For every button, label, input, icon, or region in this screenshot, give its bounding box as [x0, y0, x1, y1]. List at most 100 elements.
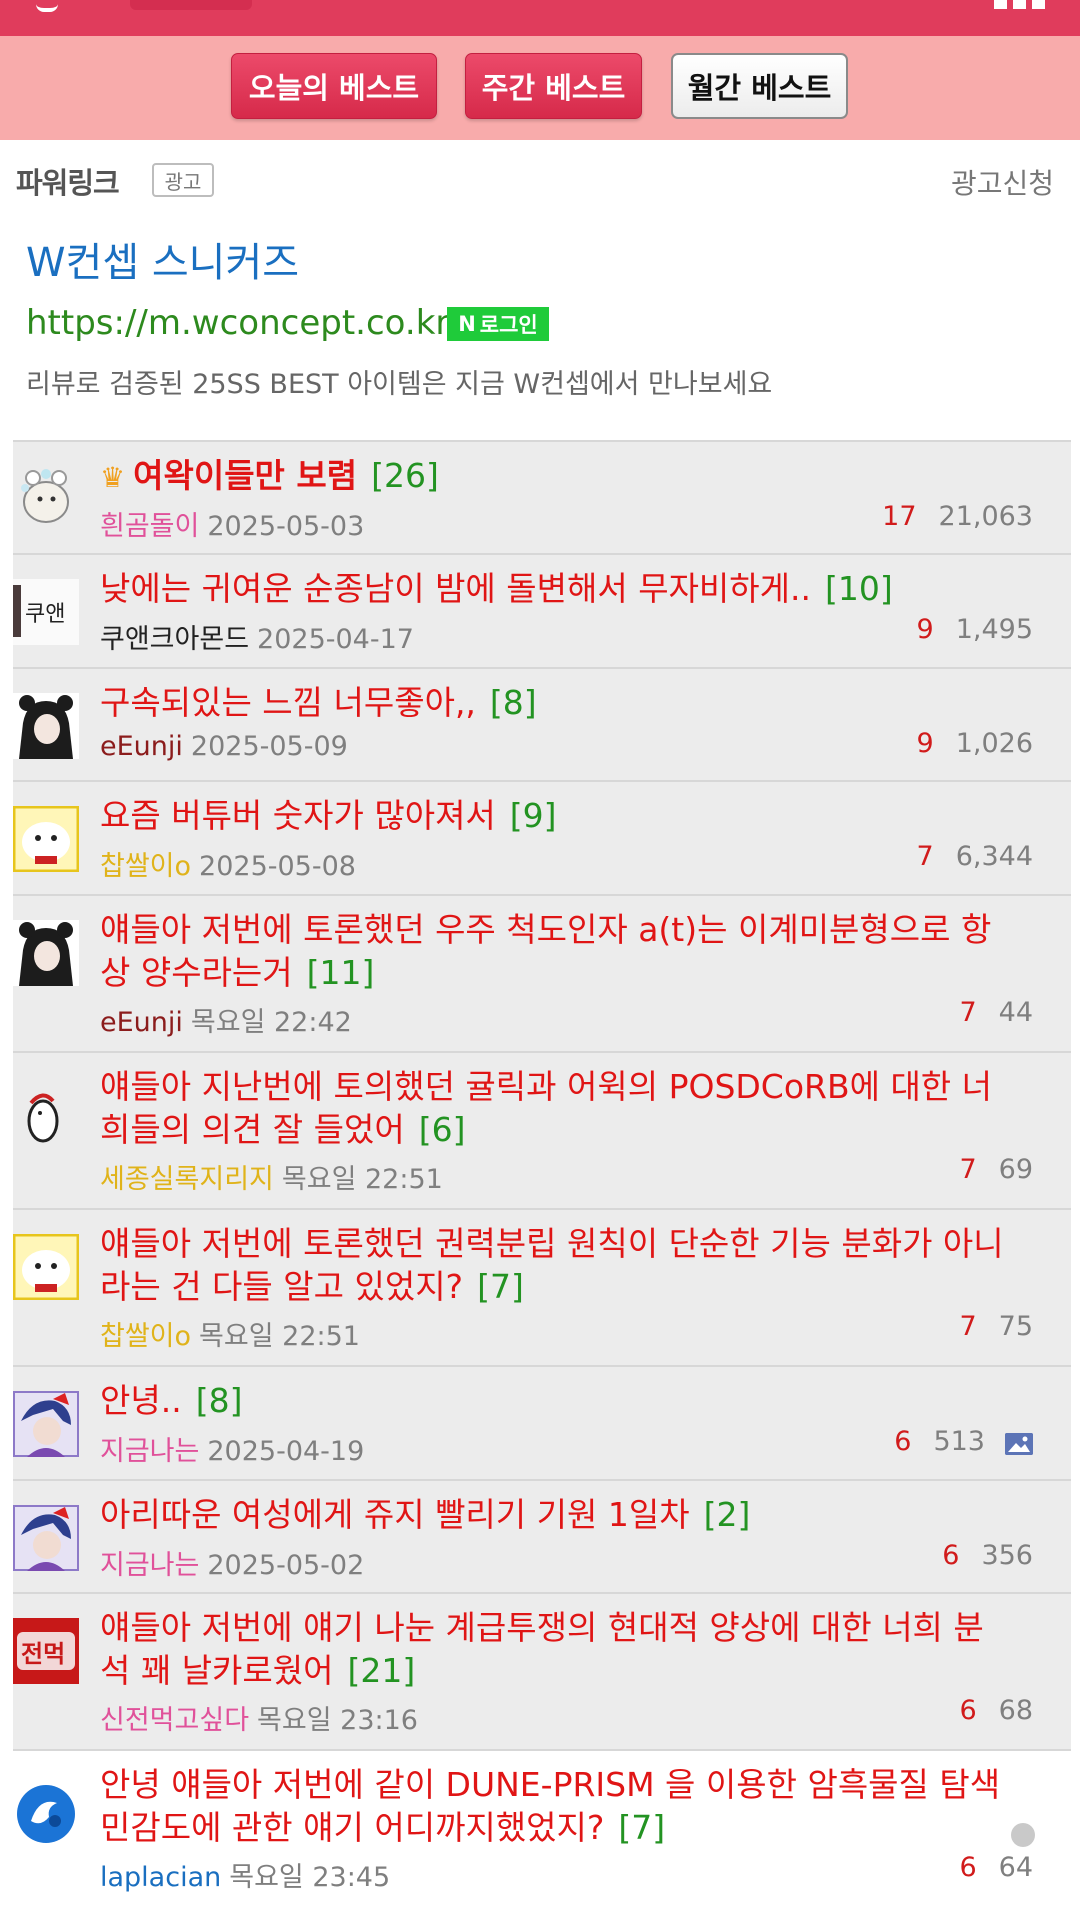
post-list: ♛ 여왁이들만 보렴 [26] 흰곰돌이 2025-05-03 17 21,063 쿠앤…	[12, 440, 1071, 1905]
post-title[interactable]: 얘들아 저번에 토론했던 우주 척도인자 a(t)는 이계미분형으로 항상 양수…	[100, 908, 1011, 994]
view-count: 68	[998, 1695, 1033, 1726]
avatar: 전먹	[13, 1618, 79, 1684]
top-active-tab[interactable]	[130, 0, 252, 10]
svg-text:쿠앤: 쿠앤	[25, 602, 65, 627]
list-item[interactable]: 얘들아 저번에 토론했던 권력분립 원칙이 단순한 기능 분화가 아니라는 건 …	[12, 1208, 1071, 1365]
list-item[interactable]: 전먹 얘들아 저번에 얘기 나눈 계급투쟁의 현대적 양상에 대한 너희 분석 …	[13, 1592, 1071, 1749]
post-title[interactable]: 안녕.. [8]	[100, 1379, 1011, 1422]
author-name[interactable]: 찹쌀이o	[100, 1321, 191, 1352]
view-count: 1,026	[955, 728, 1033, 759]
list-item[interactable]: ♛ 여왁이들만 보렴 [26] 흰곰돌이 2025-05-03 17 21,063	[13, 440, 1071, 553]
list-item[interactable]: 아리따운 여성에게 쥬지 빨리기 기원 1일차 [2] 지금나는 2025-05-0…	[13, 1479, 1071, 1592]
comment-count[interactable]: [9]	[510, 796, 557, 835]
comment-count[interactable]: [7]	[618, 1808, 665, 1847]
author-name[interactable]: 신전먹고싶다	[100, 1705, 249, 1736]
author-name[interactable]: laplacian	[100, 1862, 221, 1893]
post-title[interactable]: 낮에는 귀여운 순종남이 밤에 돌변해서 무자비하게.. [10]	[100, 567, 1011, 610]
list-item[interactable]: 요즘 버튜버 숫자가 많아져서 [9] 찹쌀이o 2025-05-08 7 6,344	[12, 780, 1071, 894]
view-count: 64	[998, 1852, 1033, 1883]
menu-grid-icon[interactable]	[994, 0, 1046, 10]
vote-count: 9	[916, 614, 934, 645]
comment-count[interactable]: [8]	[196, 1381, 243, 1420]
tab-today-best[interactable]: 오늘의 베스트	[231, 53, 437, 119]
view-count: 356	[981, 1540, 1033, 1571]
author-name[interactable]: 찹쌀이o	[100, 851, 191, 882]
author-name[interactable]: eEunji	[100, 731, 183, 762]
vote-count: 7	[959, 1154, 977, 1185]
view-count: 21,063	[938, 501, 1033, 532]
vote-count: 7	[959, 1311, 977, 1342]
post-date: 목요일 23:45	[229, 1862, 391, 1893]
list-item[interactable]: 얘들아 저번에 토론했던 우주 척도인자 a(t)는 이계미분형으로 항상 양수…	[13, 894, 1071, 1051]
powerlink-label: 파워링크	[16, 166, 120, 200]
list-item[interactable]: 안녕 얘들아 저번에 같이 DUNE-PRISM 을 이용한 암흑물질 탐색 민…	[13, 1749, 1071, 1905]
ad-title-link[interactable]: W컨셉 스니커즈	[26, 230, 299, 288]
view-count: 69	[998, 1154, 1033, 1185]
avatar	[13, 1391, 79, 1457]
comment-count[interactable]: [10]	[825, 569, 893, 608]
comment-count[interactable]: [7]	[477, 1267, 524, 1306]
view-count: 44	[998, 997, 1033, 1028]
avatar	[13, 462, 79, 528]
crown-icon: ♛	[100, 461, 126, 494]
post-title[interactable]: 요즘 버튜버 숫자가 많아져서 [9]	[100, 794, 1011, 837]
post-meta: eEunji 목요일 22:42	[100, 1000, 352, 1039]
login-badge-label: 로그인	[479, 313, 538, 337]
tab-monthly-best[interactable]: 월간 베스트	[671, 53, 848, 119]
tab-weekly-best[interactable]: 주간 베스트	[465, 53, 642, 119]
avatar	[13, 693, 79, 759]
list-item[interactable]: 안녕.. [8] 지금나는 2025-04-19 6 513	[13, 1365, 1071, 1479]
post-date: 2025-05-02	[207, 1550, 365, 1581]
ad-badge: 광고	[152, 163, 214, 197]
post-title[interactable]: 안녕 얘들아 저번에 같이 DUNE-PRISM 을 이용한 암흑물질 탐색 민…	[100, 1763, 1011, 1849]
author-name[interactable]: 지금나는	[100, 1550, 199, 1581]
post-stats: 6 356	[942, 1540, 1033, 1571]
author-name[interactable]: eEunji	[100, 1007, 183, 1038]
list-item[interactable]: 쿠앤 낮에는 귀여운 순종남이 밤에 돌변해서 무자비하게.. [10] 쿠앤크아…	[13, 553, 1071, 667]
comment-count[interactable]: [2]	[704, 1495, 751, 1534]
post-title[interactable]: 얘들아 저번에 얘기 나눈 계급투쟁의 현대적 양상에 대한 너희 분석 꽤 날…	[100, 1606, 1011, 1692]
comment-count[interactable]: [8]	[490, 683, 537, 722]
post-date: 2025-05-09	[190, 731, 348, 762]
vote-count: 17	[882, 501, 917, 532]
comment-count[interactable]: [6]	[419, 1110, 466, 1149]
post-meta: 세종실록지리지 목요일 22:51	[100, 1157, 443, 1196]
post-title[interactable]: 구속되있는 느낌 너무좋아,, [8]	[100, 681, 1011, 724]
list-item[interactable]: 얘들아 지난번에 토의했던 귤릭과 어윅의 POSDCoRB에 대한 너희들의 …	[13, 1051, 1071, 1208]
post-date: 목요일 22:51	[199, 1321, 360, 1352]
post-title[interactable]: 얘들아 저번에 토론했던 권력분립 원칙이 단순한 기능 분화가 아니라는 건 …	[100, 1222, 1011, 1308]
comment-count[interactable]: [26]	[371, 456, 439, 495]
post-stats: 7 69	[959, 1154, 1033, 1185]
ad-apply-link[interactable]: 광고신청	[951, 162, 1054, 202]
post-title[interactable]: 아리따운 여성에게 쥬지 빨리기 기원 1일차 [2]	[100, 1493, 1011, 1536]
post-date: 2025-04-19	[207, 1436, 365, 1467]
post-stats: 7 75	[959, 1311, 1033, 1342]
avatar	[12, 805, 80, 873]
vote-count: 6	[959, 1852, 977, 1883]
ad-url-link[interactable]: https://m.wconcept.co.kr	[26, 303, 449, 343]
avatar	[13, 1083, 79, 1149]
post-title[interactable]: 얘들아 지난번에 토의했던 귤릭과 어윅의 POSDCoRB에 대한 너희들의 …	[100, 1065, 1011, 1151]
view-count: 513	[933, 1426, 985, 1457]
vote-count: 7	[916, 841, 934, 872]
post-date: 목요일 22:42	[190, 1007, 352, 1038]
comment-count[interactable]: [21]	[348, 1651, 416, 1690]
post-meta: 지금나는 2025-05-02	[100, 1543, 364, 1582]
author-name[interactable]: 세종실록지리지	[100, 1164, 274, 1195]
list-item[interactable]: 구속되있는 느낌 너무좋아,, [8] eEunji 2025-05-09 9 1,0…	[13, 667, 1071, 780]
avatar: 쿠앤	[13, 579, 79, 645]
comment-count[interactable]: [11]	[307, 953, 375, 992]
view-count: 6,344	[955, 841, 1033, 872]
post-title[interactable]: ♛ 여왁이들만 보렴 [26]	[100, 454, 1011, 499]
author-name[interactable]: 흰곰돌이	[100, 511, 199, 542]
powerlink-ad: 파워링크 광고 광고신청 W컨셉 스니커즈 https://m.wconcept…	[0, 140, 1080, 440]
post-stats: 17 21,063	[882, 501, 1033, 532]
author-name[interactable]: 쿠앤크아몬드	[100, 624, 249, 655]
post-date: 2025-04-17	[257, 624, 414, 655]
author-name[interactable]: 지금나는	[100, 1436, 199, 1467]
app-logo-icon[interactable]	[36, 0, 58, 12]
vote-count: 6	[959, 1695, 977, 1726]
view-count: 75	[998, 1311, 1033, 1342]
svg-text:전먹: 전먹	[21, 1640, 65, 1668]
view-count: 1,495	[955, 614, 1033, 645]
